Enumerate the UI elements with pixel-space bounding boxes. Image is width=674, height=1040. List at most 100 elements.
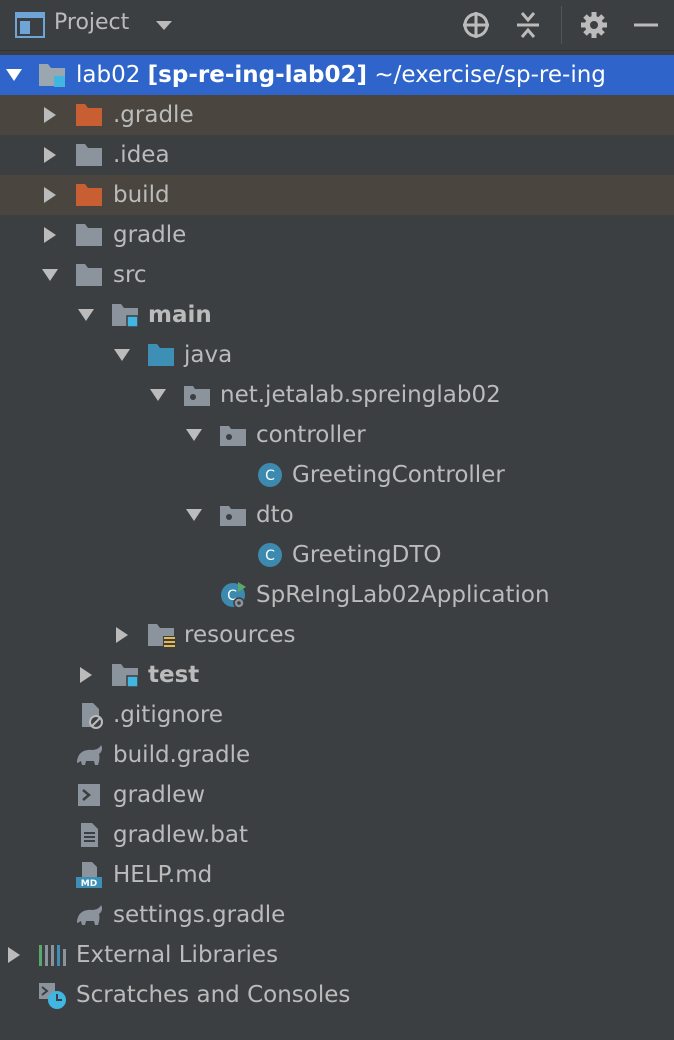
tree-row-idea-dir[interactable]: .idea	[0, 135, 674, 175]
tree-row-gradlew[interactable]: gradlew	[0, 775, 674, 815]
chevron-down-icon[interactable]	[184, 425, 204, 445]
tree-row-test[interactable]: test	[0, 655, 674, 695]
tree-label: controller	[256, 422, 366, 448]
chevron-right-icon[interactable]	[40, 185, 60, 205]
chevron-right-icon[interactable]	[4, 945, 24, 965]
collapse-all-icon[interactable]	[512, 10, 544, 40]
tool-window-title: Project	[54, 10, 130, 35]
java-class-icon: C	[258, 543, 282, 567]
tree-label: External Libraries	[76, 942, 279, 968]
gradle-icon	[77, 745, 103, 765]
chevron-down-icon[interactable]	[154, 15, 174, 35]
chevron-right-icon[interactable]	[40, 225, 60, 245]
source-folder-icon	[148, 344, 174, 366]
tree-row-root[interactable]: lab02 [sp-re-ing-lab02] ~/exercise/sp-re…	[0, 55, 674, 95]
tree-row-gradlew-bat[interactable]: gradlew.bat	[0, 815, 674, 855]
package-icon	[184, 386, 210, 406]
tree-row-application[interactable]: C SpReIngLab02Application	[0, 575, 674, 615]
resources-folder-icon	[148, 624, 175, 648]
tree-row-build-gradle[interactable]: build.gradle	[0, 735, 674, 775]
chevron-down-icon[interactable]	[40, 265, 60, 285]
package-icon	[220, 506, 246, 526]
root-module-qualifier: [sp-re-ing-lab02]	[147, 62, 368, 88]
module-folder-icon	[39, 64, 65, 87]
tree-label: test	[148, 662, 200, 688]
tree-row-scratches[interactable]: Scratches and Consoles	[0, 975, 674, 1015]
tree-label: dto	[256, 502, 294, 528]
module-folder-icon	[112, 664, 139, 688]
excluded-folder-icon	[76, 104, 102, 126]
tree-label: gradlew	[113, 782, 206, 808]
tree-row-help-md[interactable]: MD HELP.md	[0, 855, 674, 895]
tree-label: src	[113, 262, 147, 288]
tree-label: .gradle	[113, 102, 194, 128]
locate-icon[interactable]	[460, 10, 492, 40]
tree-label: HELP.md	[113, 862, 213, 888]
chevron-right-icon[interactable]	[40, 105, 60, 125]
library-icon	[39, 945, 66, 966]
tree-label: gradlew.bat	[113, 822, 249, 848]
java-class-icon: C	[258, 463, 282, 487]
root-module-name: lab02	[76, 62, 141, 88]
project-window-icon	[15, 12, 45, 38]
tree-label: Scratches and Consoles	[76, 982, 351, 1008]
ignore-file-icon	[82, 703, 103, 729]
tree-label: .gitignore	[113, 702, 224, 728]
tree-row-java[interactable]: java	[0, 335, 674, 375]
toolbar-separator	[561, 6, 562, 44]
tree-row-greeting-controller[interactable]: C GreetingController	[0, 455, 674, 495]
package-icon	[220, 426, 246, 446]
excluded-folder-icon	[76, 184, 102, 206]
text-file-icon	[81, 823, 98, 847]
folder-icon	[76, 264, 102, 286]
tree-label: settings.gradle	[113, 902, 286, 928]
tree-row-gradle-folder[interactable]: gradle	[0, 215, 674, 255]
chevron-right-icon[interactable]	[40, 145, 60, 165]
folder-icon	[76, 224, 102, 246]
markdown-file-icon: MD	[76, 862, 102, 889]
spring-boot-application-icon: C	[221, 582, 246, 609]
tree-row-build-dir[interactable]: build	[0, 175, 674, 215]
shell-script-icon	[78, 784, 100, 806]
tree-row-controller[interactable]: controller	[0, 415, 674, 455]
scratches-icon	[39, 983, 66, 1009]
chevron-right-icon[interactable]	[112, 625, 132, 645]
tree-row-resources[interactable]: resources	[0, 615, 674, 655]
chevron-down-icon[interactable]	[76, 305, 96, 325]
tree-label: build.gradle	[113, 742, 251, 768]
gradle-icon	[77, 905, 103, 925]
chevron-down-icon[interactable]	[184, 505, 204, 525]
tree-label: .idea	[113, 142, 170, 168]
tree-row-package[interactable]: net.jetalab.spreinglab02	[0, 375, 674, 415]
project-tool-window-header: Project	[0, 0, 674, 51]
module-folder-icon	[112, 304, 139, 328]
tree-label: main	[148, 302, 212, 328]
tree-row-greeting-dto[interactable]: C GreetingDTO	[0, 535, 674, 575]
tree-label: java	[184, 342, 233, 368]
tree-label: resources	[184, 622, 296, 648]
tree-label: GreetingController	[292, 462, 505, 488]
tree-row-src[interactable]: src	[0, 255, 674, 295]
svg-text:MD: MD	[81, 879, 97, 889]
chevron-right-icon[interactable]	[76, 665, 96, 685]
tree-row-settings-gradle[interactable]: settings.gradle	[0, 895, 674, 935]
tree-row-main[interactable]: main	[0, 295, 674, 335]
tree-row-dto[interactable]: dto	[0, 495, 674, 535]
chevron-down-icon[interactable]	[148, 385, 168, 405]
tree-label: net.jetalab.spreinglab02	[220, 382, 501, 408]
svg-text:C: C	[265, 548, 275, 564]
tree-row-gradle-dir[interactable]: .gradle	[0, 95, 674, 135]
tree-label: gradle	[113, 222, 187, 248]
tree-label: GreetingDTO	[292, 542, 442, 568]
tree-row-gitignore[interactable]: .gitignore	[0, 695, 674, 735]
hide-icon[interactable]	[630, 10, 662, 40]
chevron-down-icon[interactable]	[4, 65, 24, 85]
root-module-path: ~/exercise/sp-re-ing	[374, 62, 606, 88]
chevron-down-icon[interactable]	[112, 345, 132, 365]
gear-icon[interactable]	[578, 10, 610, 40]
svg-text:C: C	[265, 468, 275, 484]
folder-icon	[76, 144, 102, 166]
tree-label: SpReIngLab02Application	[256, 582, 550, 608]
tree-label: build	[113, 182, 170, 208]
tree-row-external-libraries[interactable]: External Libraries	[0, 935, 674, 975]
